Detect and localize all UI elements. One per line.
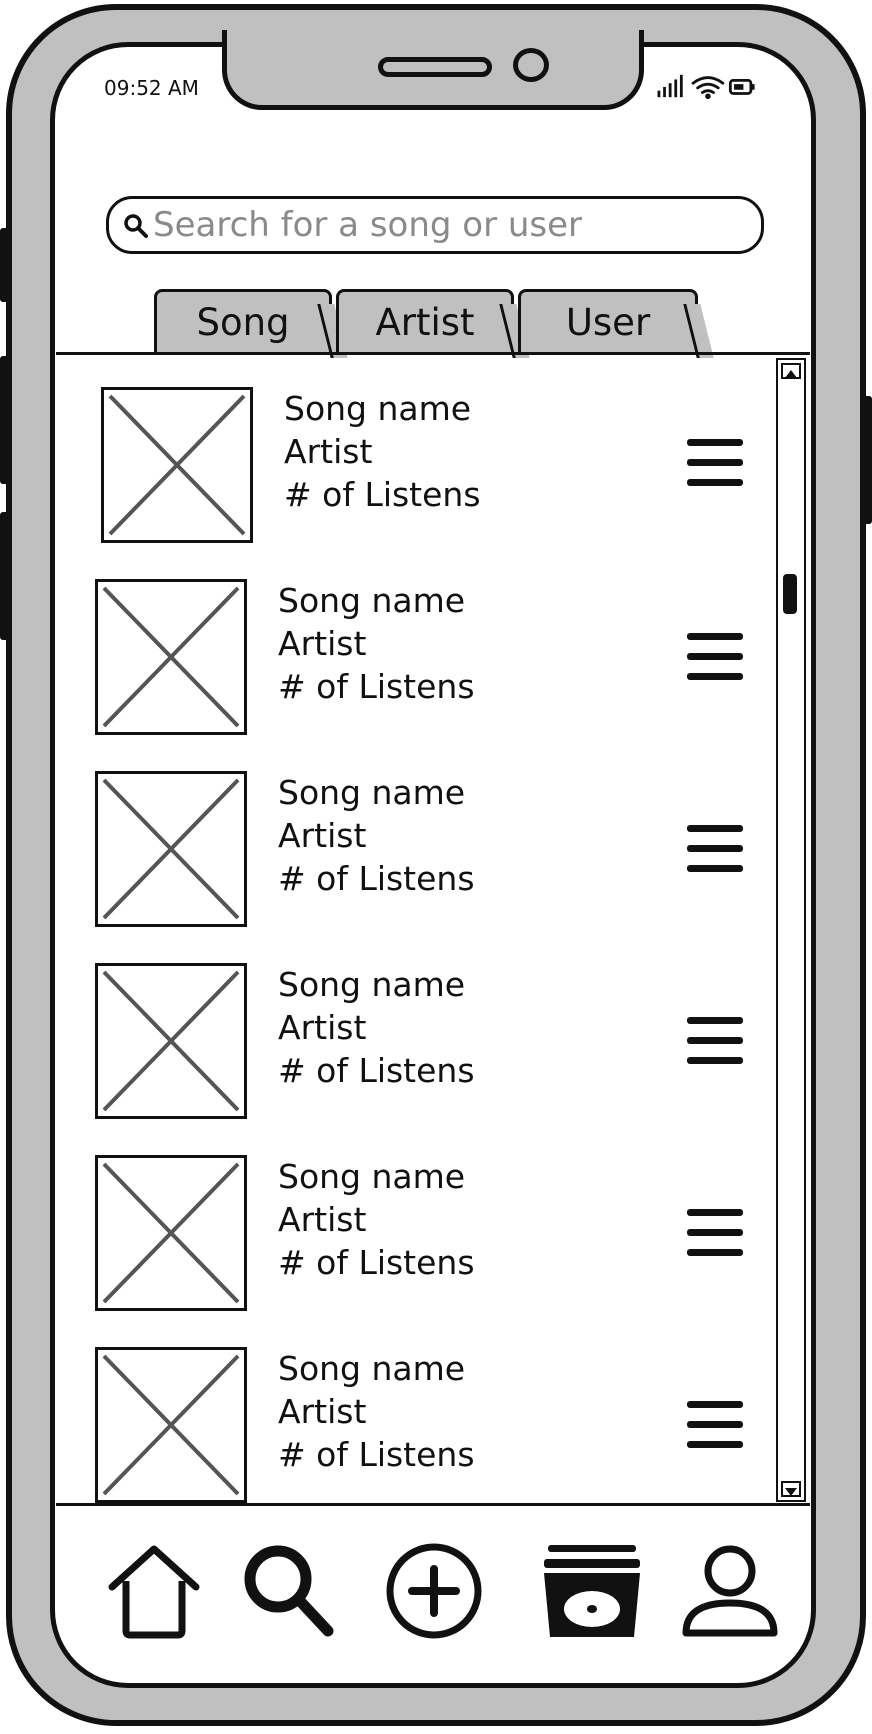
song-name: Song name: [278, 965, 466, 1004]
speaker: [378, 57, 492, 77]
album-art-placeholder: [95, 771, 247, 927]
list-item[interactable]: Song name Artist # of Listens: [56, 387, 776, 579]
listen-count: # of Listens: [284, 475, 481, 514]
song-name: Song name: [284, 389, 472, 428]
artist-name: Artist: [278, 1008, 367, 1047]
album-art-placeholder: [101, 387, 253, 543]
scrollbar-thumb[interactable]: [783, 574, 797, 614]
listen-count: # of Listens: [278, 1051, 475, 1090]
listen-count: # of Listens: [278, 859, 475, 898]
profile-icon[interactable]: [680, 1536, 780, 1646]
side-button: [0, 512, 9, 640]
menu-icon[interactable]: [687, 1017, 745, 1069]
scrollbar[interactable]: [776, 358, 806, 1502]
bottom-nav-divider: [56, 1503, 810, 1506]
signal-icon: [657, 74, 683, 98]
menu-icon[interactable]: [687, 1401, 745, 1453]
search-icon: [124, 214, 148, 238]
scroll-up-arrow[interactable]: [781, 363, 801, 379]
menu-icon[interactable]: [687, 439, 745, 491]
song-name: Song name: [278, 1157, 466, 1196]
list-item[interactable]: Song name Artist # of Listens: [56, 771, 776, 963]
tab-label: Artist: [375, 301, 475, 344]
search-placeholder[interactable]: Search for a song or user: [153, 205, 582, 245]
album-art-placeholder: [95, 579, 247, 735]
song-name: Song name: [278, 1349, 466, 1388]
scroll-down-arrow[interactable]: [781, 1481, 801, 1497]
status-time: 09:52 AM: [104, 76, 199, 100]
wifi-icon: [691, 76, 725, 100]
side-button: [863, 396, 872, 524]
tab-label: User: [565, 301, 651, 344]
tab-user[interactable]: User: [518, 289, 698, 353]
add-icon[interactable]: [384, 1536, 484, 1646]
list-item[interactable]: Song name Artist # of Listens: [56, 1347, 776, 1503]
results-list[interactable]: Song name Artist # of Listens Song name …: [56, 355, 776, 1503]
listen-count: # of Listens: [278, 1435, 475, 1474]
status-icons: [657, 74, 755, 100]
home-icon[interactable]: [104, 1536, 204, 1646]
song-name: Song name: [278, 581, 466, 620]
side-button: [0, 228, 9, 302]
artist-name: Artist: [278, 816, 367, 855]
menu-icon[interactable]: [687, 825, 745, 877]
list-item[interactable]: Song name Artist # of Listens: [56, 963, 776, 1155]
artist-name: Artist: [284, 432, 373, 471]
camera: [513, 48, 549, 82]
artist-name: Artist: [278, 1392, 367, 1431]
battery-icon: [728, 79, 755, 95]
album-art-placeholder: [95, 963, 247, 1119]
menu-icon[interactable]: [687, 633, 745, 685]
album-art-placeholder: [95, 1347, 247, 1503]
song-name: Song name: [278, 773, 466, 812]
album-art-placeholder: [95, 1155, 247, 1311]
tab-label: Song: [196, 301, 290, 344]
listen-count: # of Listens: [278, 1243, 475, 1282]
side-button: [0, 356, 9, 484]
artist-name: Artist: [278, 1200, 367, 1239]
search-bar[interactable]: Search for a song or user: [106, 196, 764, 254]
tab-artist[interactable]: Artist: [336, 289, 514, 353]
search-icon[interactable]: [238, 1536, 338, 1646]
list-item[interactable]: Song name Artist # of Listens: [56, 1155, 776, 1347]
artist-name: Artist: [278, 624, 367, 663]
menu-icon[interactable]: [687, 1209, 745, 1261]
listen-count: # of Listens: [278, 667, 475, 706]
tab-song[interactable]: Song: [154, 289, 332, 353]
library-icon[interactable]: [542, 1536, 642, 1646]
list-item[interactable]: Song name Artist # of Listens: [56, 579, 776, 771]
